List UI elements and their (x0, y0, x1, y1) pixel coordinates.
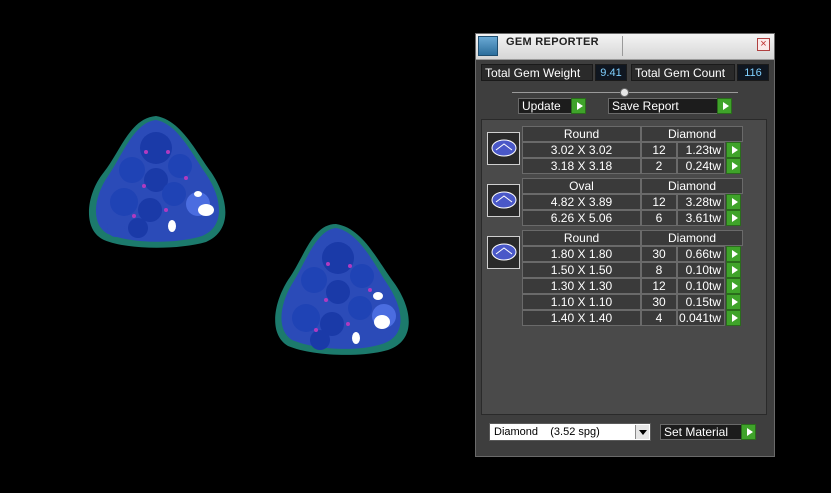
gem-size-cell: 1.30 X 1.30 (522, 278, 641, 294)
material-select-value: Diamond (3.52 spg) (494, 426, 600, 438)
app-icon (478, 36, 498, 56)
save-report-button[interactable]: Save Report (608, 98, 732, 114)
panel-slider[interactable] (512, 88, 738, 98)
round-gem-icon[interactable] (487, 132, 520, 165)
row-play-button[interactable] (726, 158, 741, 174)
gem-count-cell: 12 (641, 278, 677, 294)
gem-size-cell: 1.40 X 1.40 (522, 310, 641, 326)
row-play-button[interactable] (726, 294, 741, 310)
row-play-button[interactable] (726, 262, 741, 278)
gem-count-cell: 30 (641, 294, 677, 310)
gem-size-cell: 3.02 X 3.02 (522, 142, 641, 158)
play-icon (571, 98, 586, 114)
title-separator (622, 36, 623, 56)
row-play-button[interactable] (726, 246, 741, 262)
row-play-button[interactable] (726, 310, 741, 326)
update-button-label: Update (522, 99, 561, 113)
earring-right[interactable] (272, 220, 418, 358)
gem-weight-cell: 0.041tw (677, 310, 725, 326)
gem-weight-cell: 0.10tw (677, 262, 725, 278)
gem-weight-cell: 3.28tw (677, 194, 725, 210)
earring-left[interactable] (86, 112, 232, 252)
gem-size-cell: 1.80 X 1.80 (522, 246, 641, 262)
3d-viewport[interactable] (0, 0, 470, 493)
close-icon[interactable]: × (757, 38, 770, 51)
bottom-bar: Diamond (3.52 spg) Set Material (481, 418, 767, 450)
slider-thumb[interactable] (620, 88, 629, 97)
group-material-header: Diamond (641, 230, 743, 246)
play-icon (717, 98, 732, 114)
material-select[interactable]: Diamond (3.52 spg) (489, 423, 651, 441)
window-title: GEM REPORTER (506, 36, 599, 48)
gem-size-cell: 3.18 X 3.18 (522, 158, 641, 174)
gem-list[interactable]: Round Diamond 3.02 X 3.02 12 1.23tw 3.18 X 3.… (481, 119, 767, 415)
total-count-label: Total Gem Count (631, 64, 735, 81)
row-play-button[interactable] (726, 194, 741, 210)
gem-count-cell: 2 (641, 158, 677, 174)
gem-weight-cell: 3.61tw (677, 210, 725, 226)
gem-count-cell: 6 (641, 210, 677, 226)
gem-size-cell: 1.50 X 1.50 (522, 262, 641, 278)
row-play-button[interactable] (726, 142, 741, 158)
dropdown-arrow-icon[interactable] (635, 425, 649, 439)
gem-size-cell: 4.82 X 3.89 (522, 194, 641, 210)
group-material-header: Diamond (641, 126, 743, 142)
play-icon (741, 424, 756, 440)
gem-size-cell: 6.26 X 5.06 (522, 210, 641, 226)
title-bar[interactable]: GEM REPORTER × (476, 34, 774, 60)
row-play-button[interactable] (726, 278, 741, 294)
gem-count-cell: 4 (641, 310, 677, 326)
group-material-header: Diamond (641, 178, 743, 194)
gem-weight-cell: 0.10tw (677, 278, 725, 294)
group-shape-header: Round (522, 126, 641, 142)
gem-count-cell: 8 (641, 262, 677, 278)
total-weight-label: Total Gem Weight (481, 64, 593, 81)
group-shape-header: Oval (522, 178, 641, 194)
group-shape-header: Round (522, 230, 641, 246)
gem-weight-cell: 1.23tw (677, 142, 725, 158)
total-weight-value: 9.41 (595, 64, 627, 81)
set-material-button[interactable]: Set Material (660, 424, 756, 440)
gem-count-cell: 30 (641, 246, 677, 262)
row-play-button[interactable] (726, 210, 741, 226)
gem-reporter-panel: GEM REPORTER × Total Gem Weight 9.41 Tot… (475, 33, 775, 457)
save-report-button-label: Save Report (612, 99, 679, 113)
update-button[interactable]: Update (518, 98, 586, 114)
gem-weight-cell: 0.15tw (677, 294, 725, 310)
set-material-button-label: Set Material (664, 425, 729, 439)
gem-weight-cell: 0.66tw (677, 246, 725, 262)
total-count-value: 116 (737, 64, 769, 81)
gem-weight-cell: 0.24tw (677, 158, 725, 174)
oval-gem-icon[interactable] (487, 184, 520, 217)
gem-size-cell: 1.10 X 1.10 (522, 294, 641, 310)
gem-count-cell: 12 (641, 142, 677, 158)
gem-count-cell: 12 (641, 194, 677, 210)
round-gem-icon[interactable] (487, 236, 520, 269)
